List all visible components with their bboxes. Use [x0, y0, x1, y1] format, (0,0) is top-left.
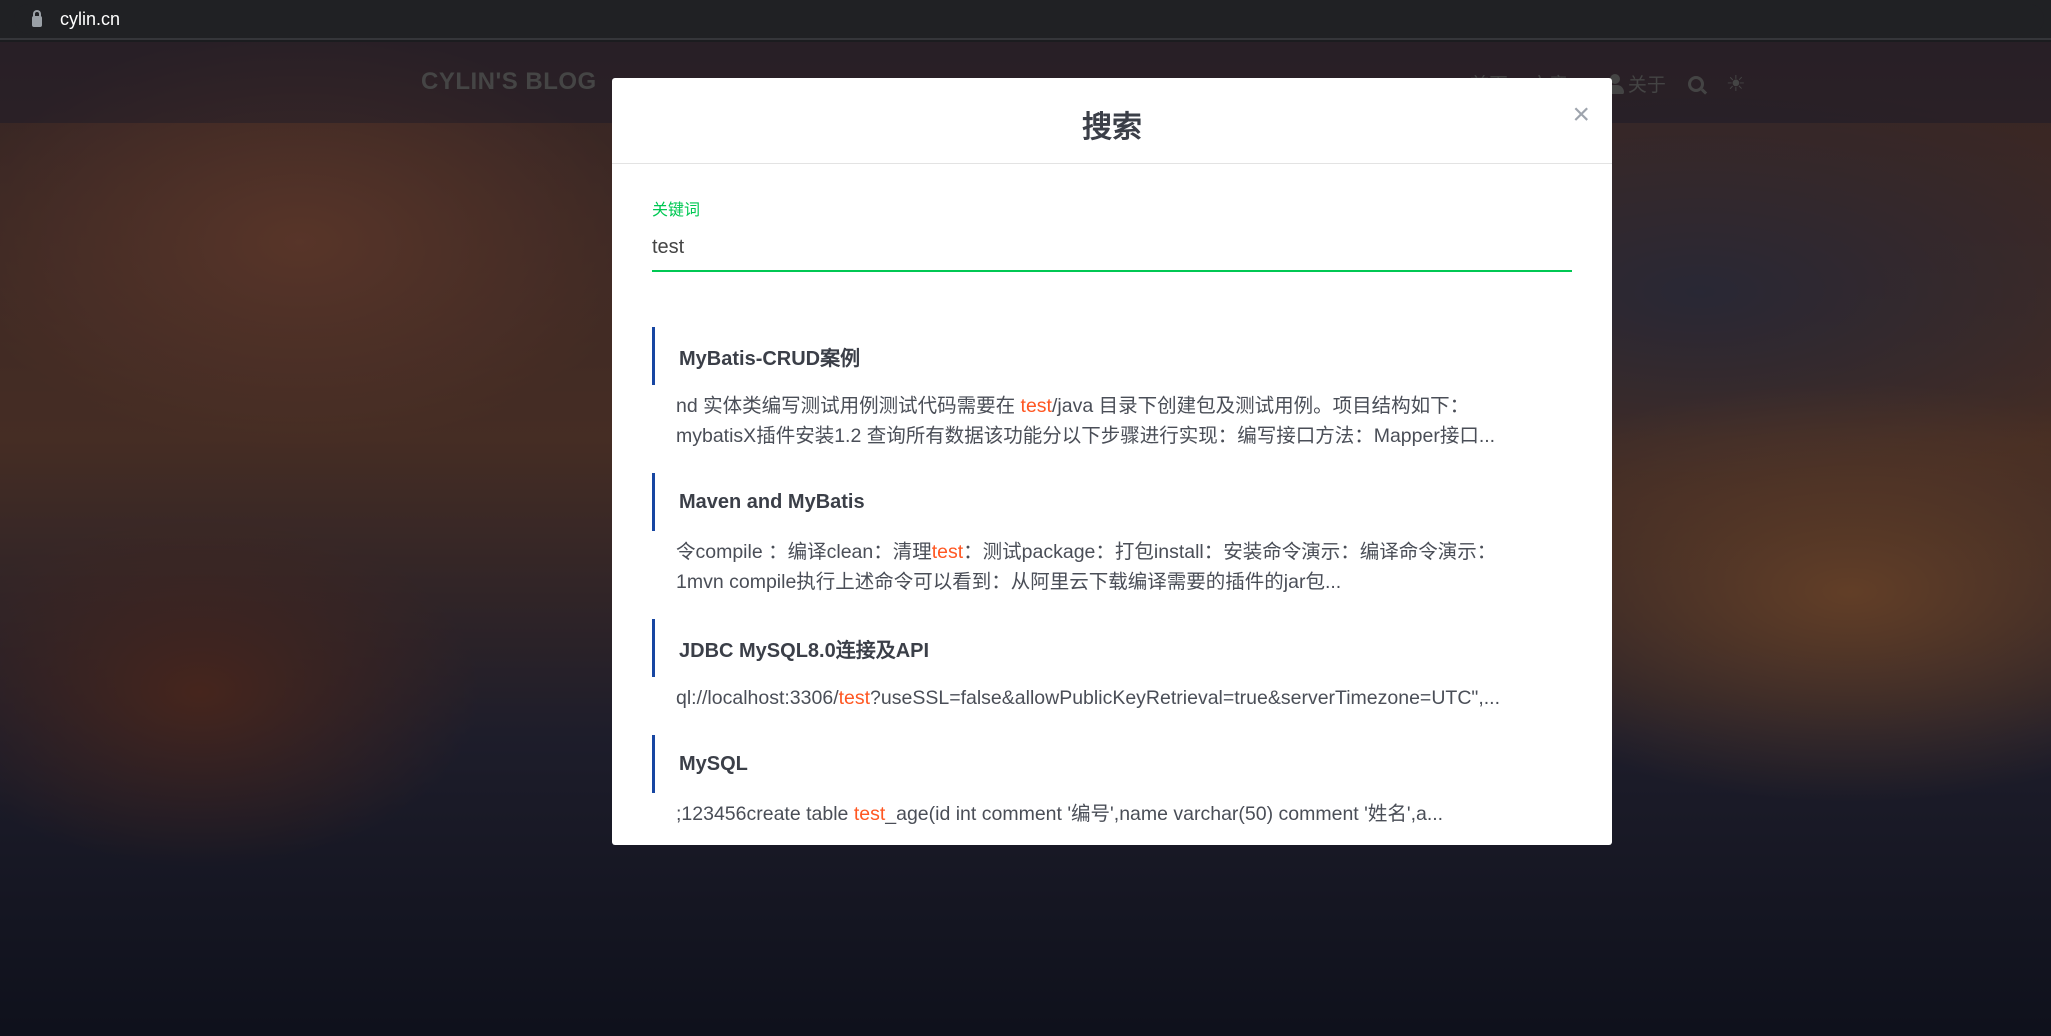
result-snippet: nd 实体类编写测试用例测试代码需要在 test/java 目录下创建包及测试用…	[652, 391, 1572, 451]
result-snippet: 令compile ：编译clean：清理test：测试package：打包ins…	[652, 537, 1572, 597]
result-title[interactable]: MySQL	[652, 735, 1572, 793]
lock-icon	[32, 9, 42, 27]
search-result[interactable]: MySQL ;123456create table test_age(id in…	[652, 735, 1572, 829]
snippet-highlight: test	[1020, 395, 1052, 417]
result-title[interactable]: MyBatis-CRUD案例	[652, 327, 1572, 385]
snippet-text: nd 实体类编写测试用例测试代码需要在	[676, 395, 1021, 417]
result-snippet: ;123456create table test_age(id int comm…	[652, 799, 1572, 829]
url-text: cylin.cn	[60, 8, 121, 29]
snippet-text: _age(id int comment '编号',name varchar(50…	[885, 803, 1444, 825]
snippet-text: ;123456create table	[676, 803, 854, 825]
browser-bar: cylin.cn	[0, 0, 2051, 40]
snippet-highlight: test	[838, 687, 871, 709]
keyword-label: 关键词	[652, 202, 701, 219]
snippet-text: ?useSSL=false&allowPublicKeyRetrieval=tr…	[870, 687, 1500, 709]
result-snippet: ql://localhost:3306/test?useSSL=false&al…	[652, 683, 1572, 713]
search-result[interactable]: JDBC MySQL8.0连接及API ql://localhost:3306/…	[652, 619, 1572, 713]
search-results: MyBatis-CRUD案例 nd 实体类编写测试用例测试代码需要在 test/…	[652, 327, 1572, 851]
snippet-text: ql://localhost:3306/	[676, 687, 839, 709]
keyword-input[interactable]	[652, 232, 1572, 272]
result-title[interactable]: JDBC MySQL8.0连接及API	[652, 619, 1572, 677]
snippet-highlight: test	[931, 541, 964, 563]
snippet-text: 令compile ：编译clean：清理	[676, 541, 932, 563]
close-icon[interactable]: ×	[1572, 100, 1590, 130]
search-result[interactable]: MyBatis-CRUD案例 nd 实体类编写测试用例测试代码需要在 test/…	[652, 327, 1572, 451]
modal-title: 搜索	[1082, 111, 1142, 144]
keyword-field: 关键词	[652, 196, 1572, 272]
search-modal: 搜索 × 关键词 MyBatis-CRUD案例 nd 实体类编写测试用例测试代码…	[612, 78, 1612, 845]
snippet-highlight: test	[853, 803, 886, 825]
search-result[interactable]: Maven and MyBatis 令compile ：编译clean：清理te…	[652, 473, 1572, 597]
modal-header: 搜索 ×	[612, 78, 1612, 164]
address-bar[interactable]: cylin.cn	[14, 4, 2044, 34]
result-title[interactable]: Maven and MyBatis	[652, 473, 1572, 531]
